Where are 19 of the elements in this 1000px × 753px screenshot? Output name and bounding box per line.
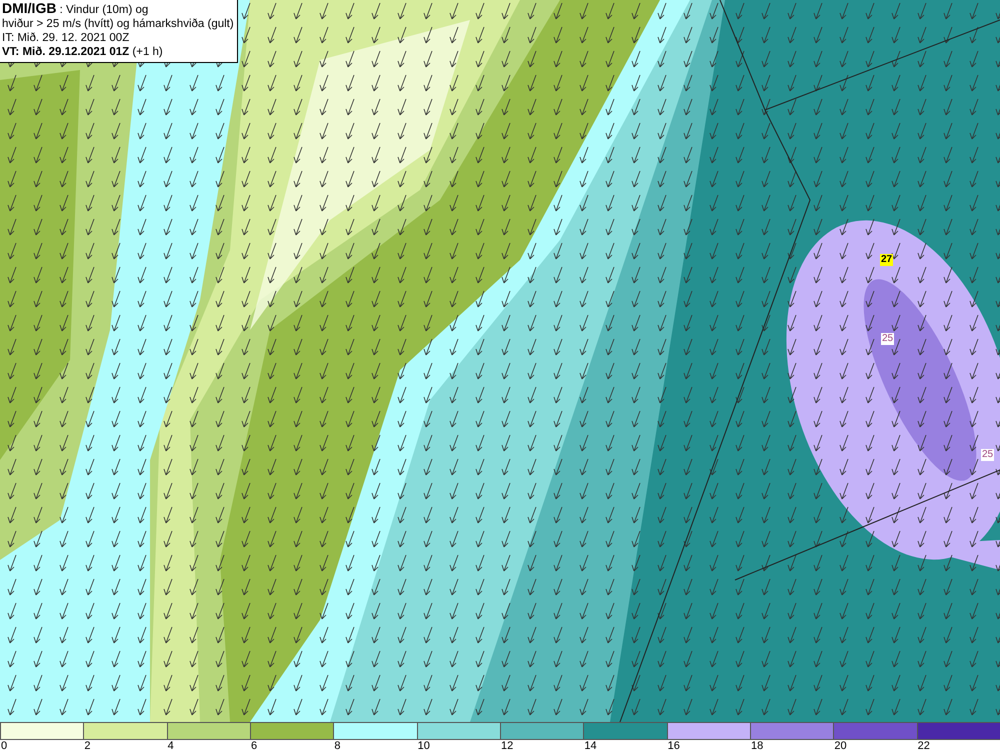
legend-label: 14: [583, 740, 597, 752]
contour-label: 25: [981, 449, 994, 461]
contour-label: 27: [880, 254, 894, 266]
caption-line: VT: Mið. 29.12.2021 01Z (+1 h): [2, 45, 164, 59]
caption-line: DMI/IGB : Vindur (10m) og: [2, 1, 150, 17]
caption-line: IT: Mið. 29. 12. 2021 00Z: [2, 31, 130, 45]
caption-line: hviður > 25 m/s (hvítt) og hámarkshviða (gult): [2, 17, 234, 31]
legend-label: 4: [166, 740, 174, 752]
legend-label: 18: [750, 740, 764, 752]
contour-label: 25: [881, 333, 894, 345]
legend-label: 10: [416, 740, 430, 752]
legend-label: 16: [666, 740, 680, 752]
legend-label: 20: [833, 740, 847, 752]
legend-label: 6: [250, 740, 258, 752]
legend-label: 2: [83, 740, 90, 752]
legend-label: 0: [0, 740, 8, 752]
legend-label: 8: [333, 740, 340, 752]
legend-label: 12: [500, 740, 514, 752]
legend-label: 22: [916, 740, 930, 752]
